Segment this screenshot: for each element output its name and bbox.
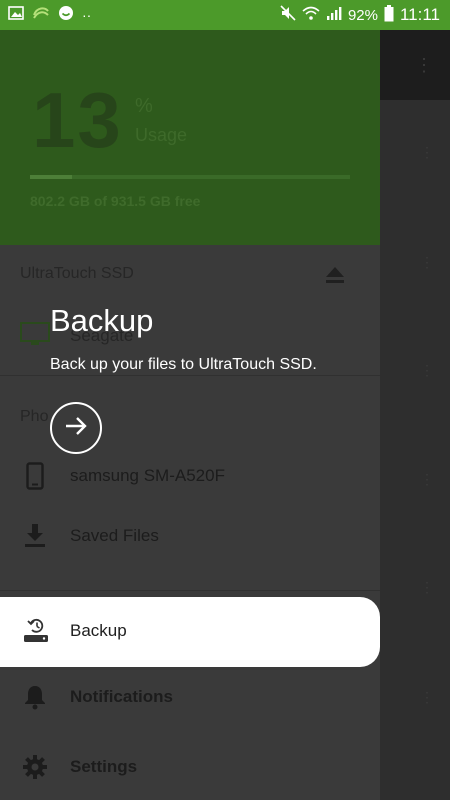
coach-description: Back up your files to UltraTouch SSD. xyxy=(50,356,317,373)
usage-label: Usage xyxy=(135,125,188,145)
row-menu-icon[interactable]: ⋮ xyxy=(420,145,434,159)
more-dots-icon: ·· xyxy=(82,7,92,23)
drawer-item-label: Settings xyxy=(70,757,138,776)
row-menu-icon[interactable]: ⋮ xyxy=(420,580,434,594)
seagate-icon xyxy=(32,5,50,25)
row-menu-icon[interactable]: ⋮ xyxy=(420,255,434,269)
coach-next-button[interactable] xyxy=(50,402,102,454)
usage-progress-fill xyxy=(30,175,72,179)
bell-icon xyxy=(22,684,48,710)
battery-icon xyxy=(384,4,394,26)
drawer-item-backup[interactable]: Backup xyxy=(0,597,380,667)
phone-icon xyxy=(22,462,48,490)
backup-icon xyxy=(22,617,50,645)
drawer-item-notifications[interactable]: Notifications xyxy=(0,669,380,725)
monitor-icon xyxy=(20,322,50,351)
status-bar: ·· 92% 11:11 xyxy=(0,0,450,30)
mute-icon xyxy=(280,5,296,25)
image-icon xyxy=(8,5,24,25)
phone-section-title: Pho xyxy=(20,408,49,425)
row-menu-icon[interactable]: ⋮ xyxy=(420,690,434,704)
drawer-item-settings[interactable]: Settings xyxy=(0,739,380,795)
background-list xyxy=(380,100,450,800)
battery-percent: 92% xyxy=(347,6,378,24)
row-menu-icon[interactable]: ⋮ xyxy=(420,472,434,486)
overflow-menu-icon[interactable]: ⋮ xyxy=(415,55,433,75)
row-menu-icon[interactable]: ⋮ xyxy=(420,363,434,377)
drawer-item-phone[interactable]: samsung SM-A520F xyxy=(0,448,380,504)
clock: 11:11 xyxy=(399,5,440,24)
drawer-item-label: Backup xyxy=(70,621,127,640)
usage-percent-symbol: % xyxy=(135,95,153,117)
usage-percent-value: 13 xyxy=(32,76,123,164)
usage-header: 13 % Usage 802.2 GB of 931.5 GB free xyxy=(0,30,380,245)
free-space-text: 802.2 GB of 931.5 GB free xyxy=(30,193,201,209)
drawer-item-label: Notifications xyxy=(70,687,173,706)
arrow-right-icon xyxy=(64,416,88,441)
wifi-icon xyxy=(302,5,320,25)
gear-icon xyxy=(22,754,48,780)
chat-icon xyxy=(58,5,74,25)
drawer-item-label: Saved Files xyxy=(70,526,159,545)
coach-title: Backup xyxy=(50,303,154,338)
eject-icon[interactable] xyxy=(324,266,346,289)
signal-icon xyxy=(326,5,342,25)
download-icon xyxy=(22,523,48,549)
drawer-item-saved-files[interactable]: Saved Files xyxy=(0,508,380,564)
drawer-item-label: samsung SM-A520F xyxy=(70,466,225,485)
drive-section-title: UltraTouch SSD xyxy=(20,265,134,282)
divider xyxy=(0,590,380,591)
divider xyxy=(0,375,380,376)
usage-progress-bar xyxy=(30,175,350,179)
